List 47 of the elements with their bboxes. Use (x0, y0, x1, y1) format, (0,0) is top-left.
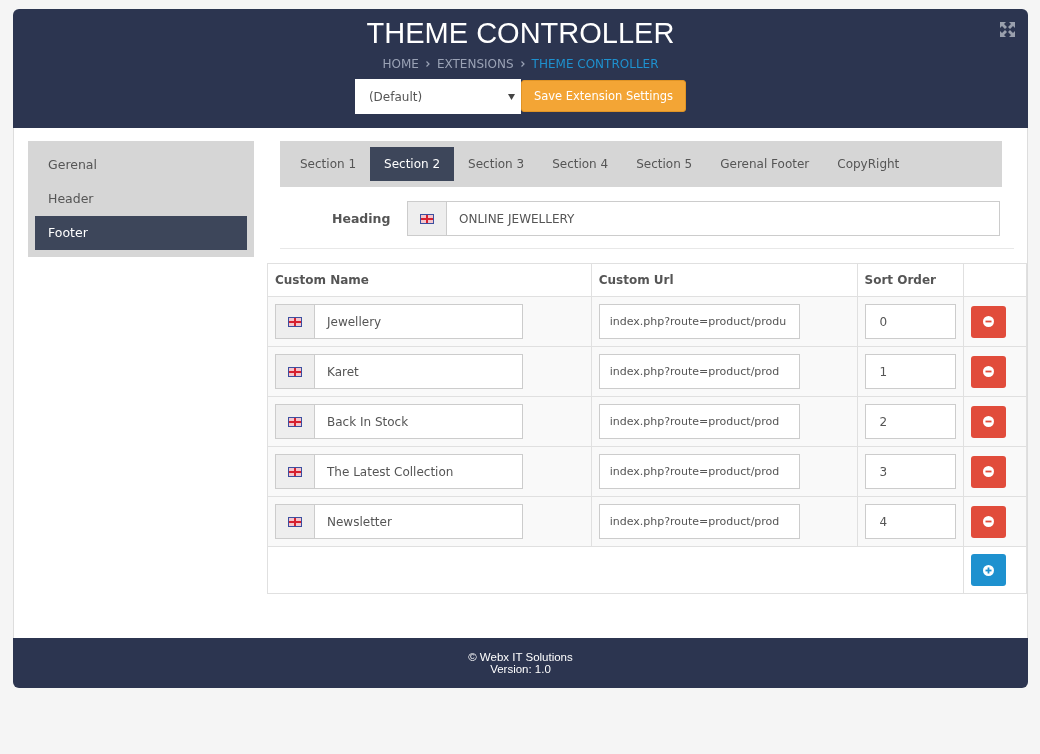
caret-icon (507, 93, 515, 100)
heading-label: Heading (332, 211, 392, 226)
plus-circle-icon (983, 564, 994, 576)
sidebar-item[interactable]: Gerenal (35, 148, 247, 182)
column-header: Custom Name (267, 263, 592, 297)
remove-button[interactable] (971, 405, 1006, 438)
breadcrumb-link[interactable]: HOME (382, 57, 419, 71)
sidebar-item[interactable]: Footer (35, 216, 247, 250)
section-tab[interactable]: Section 1 (286, 147, 371, 181)
section-tab[interactable]: Section 4 (538, 147, 623, 181)
url-field[interactable]: index.php?route=product/prod (598, 404, 800, 439)
column-header: Custom Url (591, 263, 858, 297)
url-field[interactable]: index.php?route=product/prod (598, 354, 800, 389)
chevron-right-icon (425, 61, 430, 67)
minus-circle-icon (983, 516, 994, 527)
remove-button[interactable] (971, 455, 1006, 488)
sort-order-field[interactable]: 3 (864, 454, 956, 489)
copyright-text: © Webx IT Solutions (468, 651, 573, 663)
chevron-right-icon (520, 61, 525, 67)
minus-circle-icon (983, 466, 994, 477)
url-field[interactable]: index.php?route=product/prod (598, 454, 800, 489)
sidebar-item[interactable]: Header (35, 182, 247, 216)
url-field[interactable]: index.php?route=product/prod (598, 504, 800, 539)
sort-order-field[interactable]: 1 (864, 354, 956, 389)
page-title: THEME CONTROLLER (366, 17, 675, 50)
remove-button[interactable] (971, 305, 1006, 338)
sort-order-field[interactable]: 0 (864, 304, 956, 339)
version-text: Version: 1.0 (490, 663, 551, 675)
remove-button[interactable] (971, 505, 1006, 538)
section-tab[interactable]: Section 2 (370, 147, 455, 181)
minus-circle-icon (983, 366, 994, 377)
column-header: Sort Order (857, 263, 964, 297)
sort-order-field[interactable]: 2 (864, 404, 956, 439)
section-tab[interactable]: CopyRight (823, 147, 914, 181)
remove-button[interactable] (971, 355, 1006, 388)
section-tab[interactable]: Section 5 (622, 147, 707, 181)
minus-circle-icon (983, 416, 994, 427)
url-field[interactable]: index.php?route=product/produ (598, 304, 800, 339)
section-tab[interactable]: Section 3 (454, 147, 539, 181)
minus-circle-icon (983, 316, 994, 327)
section-tab[interactable]: Gerenal Footer (706, 147, 824, 181)
store-select[interactable]: (Default) (354, 79, 521, 114)
fullscreen-icon[interactable] (1000, 22, 1015, 37)
add-button[interactable] (971, 554, 1006, 586)
sort-order-field[interactable]: 4 (864, 504, 956, 539)
breadcrumb-link[interactable]: THEME CONTROLLER (531, 57, 659, 71)
breadcrumb-link[interactable]: EXTENSIONS (436, 57, 514, 71)
